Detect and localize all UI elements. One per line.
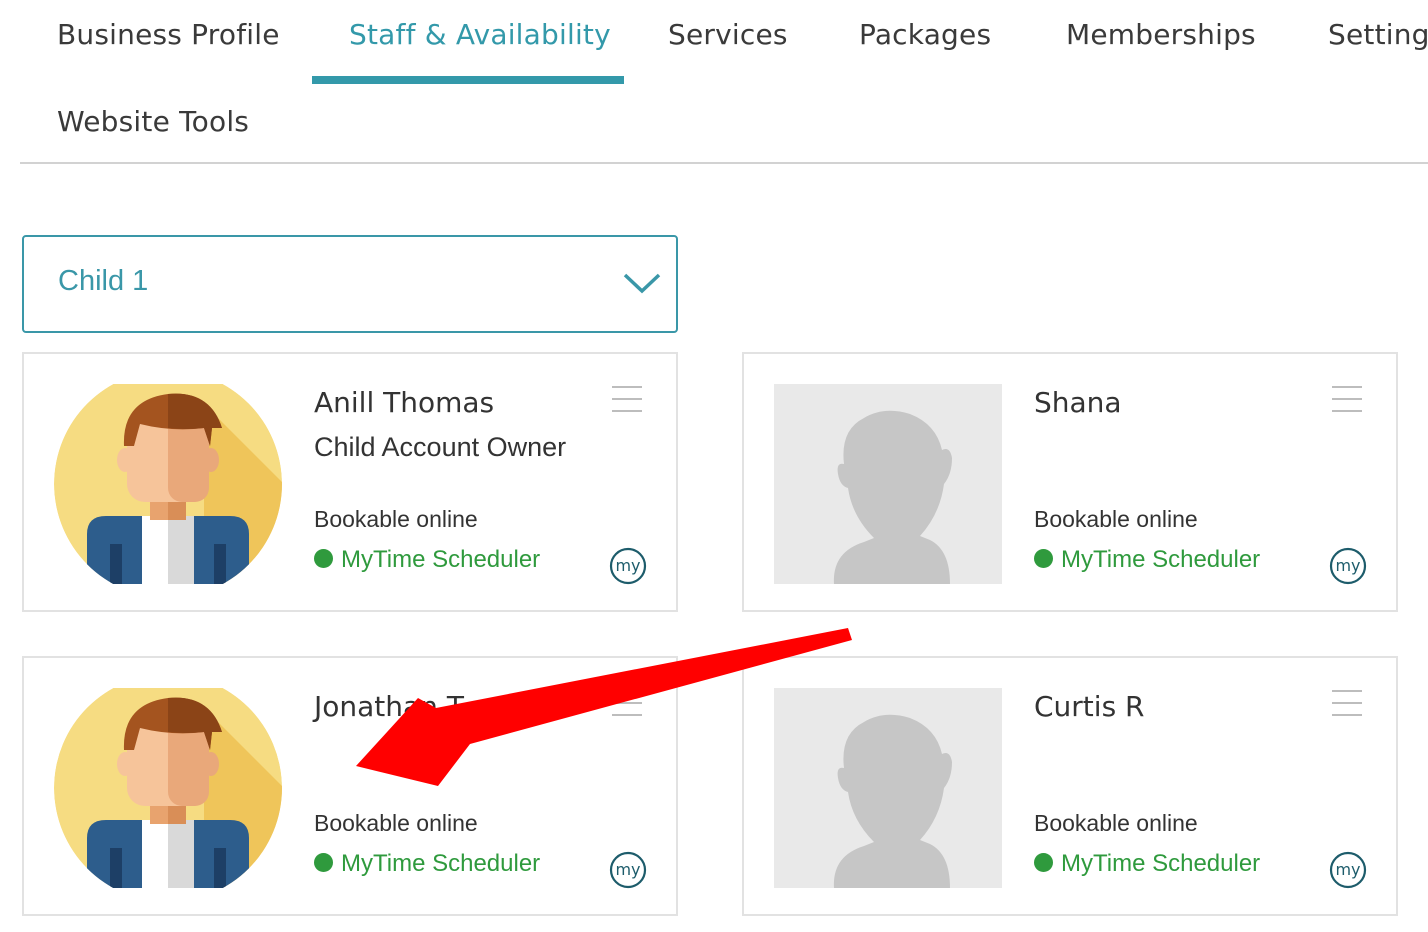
- settings-tabs: Business Profile Staff & Availability Se…: [0, 0, 1428, 164]
- location-select[interactable]: Child 1: [22, 235, 678, 333]
- status-dot-icon: [314, 549, 333, 568]
- bookable-status: Bookable online: [314, 810, 478, 836]
- tabs-divider: [20, 162, 1428, 164]
- mytime-logo-icon: [1329, 547, 1367, 585]
- status-dot-icon: [1034, 853, 1053, 872]
- staff-avatar-placeholder: [774, 384, 1002, 584]
- staff-role: Child Account Owner: [314, 432, 567, 462]
- bookable-status: Bookable online: [314, 506, 478, 532]
- staff-card[interactable]: Anill Thomas Child Account Owner Bookabl…: [22, 352, 678, 612]
- staff-card[interactable]: Jonathan T Bookable online MyTime Schedu…: [22, 656, 678, 916]
- tab-staff-availability[interactable]: Staff & Availability: [349, 18, 611, 51]
- staff-card[interactable]: Curtis R Bookable online MyTime Schedule…: [742, 656, 1398, 916]
- mytime-logo-icon: [1329, 851, 1367, 889]
- scheduler-status: MyTime Scheduler: [314, 546, 540, 574]
- bookable-status: Bookable online: [1034, 810, 1198, 836]
- card-menu-icon[interactable]: [612, 686, 646, 720]
- scheduler-status: MyTime Scheduler: [1034, 546, 1260, 574]
- tab-memberships[interactable]: Memberships: [1066, 18, 1256, 51]
- staff-name: Curtis R: [1034, 690, 1145, 723]
- active-tab-indicator: [312, 76, 624, 84]
- staff-avatar: [54, 688, 282, 888]
- card-menu-icon[interactable]: [612, 382, 646, 416]
- card-menu-icon[interactable]: [1332, 686, 1366, 720]
- staff-name: Anill Thomas: [314, 386, 495, 419]
- staff-avatar: [54, 384, 282, 584]
- chevron-down-icon: [623, 273, 661, 294]
- tab-website-tools[interactable]: Website Tools: [57, 105, 249, 138]
- scheduler-label: MyTime Scheduler: [1061, 850, 1261, 877]
- scheduler-label: MyTime Scheduler: [341, 850, 541, 877]
- mytime-logo-icon: [609, 547, 647, 585]
- tab-settings[interactable]: Settings: [1328, 18, 1428, 51]
- staff-card[interactable]: Shana Bookable online MyTime Scheduler: [742, 352, 1398, 612]
- status-dot-icon: [314, 853, 333, 872]
- scheduler-status: MyTime Scheduler: [314, 850, 540, 878]
- staff-avatar-placeholder: [774, 688, 1002, 888]
- status-dot-icon: [1034, 549, 1053, 568]
- tab-services[interactable]: Services: [668, 18, 788, 51]
- staff-name: Jonathan T: [314, 690, 464, 723]
- mytime-logo-icon: [609, 851, 647, 889]
- scheduler-status: MyTime Scheduler: [1034, 850, 1260, 878]
- scheduler-label: MyTime Scheduler: [1061, 546, 1261, 573]
- scheduler-label: MyTime Scheduler: [341, 546, 541, 573]
- location-select-value: Child 1: [58, 265, 149, 297]
- bookable-status: Bookable online: [1034, 506, 1198, 532]
- tab-business-profile[interactable]: Business Profile: [57, 18, 280, 51]
- card-menu-icon[interactable]: [1332, 382, 1366, 416]
- tab-packages[interactable]: Packages: [859, 18, 991, 51]
- staff-name: Shana: [1034, 386, 1122, 419]
